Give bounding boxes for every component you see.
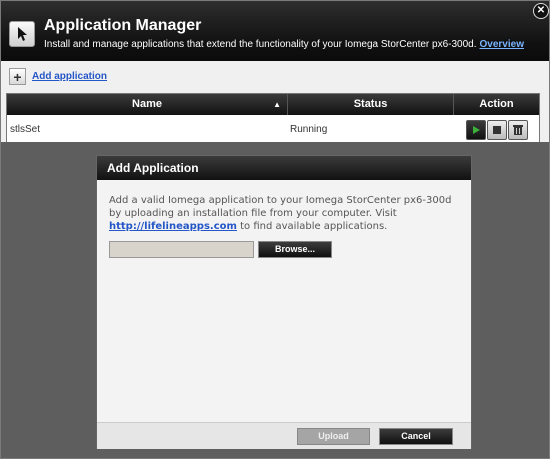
table-header: Name ▲ Status Action: [7, 94, 539, 115]
play-icon[interactable]: [466, 120, 486, 140]
application-manager-panel: Application Manager Install and manage a…: [0, 0, 550, 459]
column-name-label: Name: [132, 98, 162, 110]
dialog-footer: Upload Cancel: [97, 422, 471, 449]
dialog-text-before-link: Add a valid Iomega application to your I…: [109, 195, 452, 219]
add-application-label: Add application: [32, 71, 107, 82]
page-title: Application Manager: [44, 17, 202, 34]
applications-table: Name ▲ Status Action stlsSet Running: [6, 93, 540, 144]
sort-ascending-icon: ▲: [273, 100, 281, 109]
cursor-icon: [9, 21, 35, 47]
dialog-title: Add Application: [97, 156, 471, 180]
table-row[interactable]: stlsSet Running: [7, 116, 539, 143]
lifelineapps-link[interactable]: http://lifelineapps.com: [109, 221, 237, 232]
plus-icon: +: [9, 68, 26, 85]
add-application-dialog: Add Application Add a valid Iomega appli…: [96, 155, 472, 449]
close-icon[interactable]: ✕: [533, 3, 549, 19]
column-header-status[interactable]: Status: [288, 94, 454, 115]
app-name: stlsSet: [10, 124, 41, 135]
app-status: Running: [290, 124, 328, 135]
upload-button[interactable]: Upload: [297, 428, 370, 445]
dialog-text-after-link: to find available applications.: [240, 221, 388, 232]
column-action-label: Action: [479, 98, 514, 110]
dialog-description: Add a valid Iomega application to your I…: [109, 194, 464, 233]
stop-icon[interactable]: [487, 120, 507, 140]
page-subtitle: Install and manage applications that ext…: [44, 39, 524, 50]
browse-button[interactable]: Browse...: [258, 241, 332, 258]
header-bar: Application Manager Install and manage a…: [1, 1, 549, 61]
overview-link[interactable]: Overview: [480, 39, 524, 50]
trash-icon[interactable]: [508, 120, 528, 140]
column-status-label: Status: [353, 98, 388, 110]
column-header-name[interactable]: Name ▲: [7, 94, 288, 115]
column-header-action: Action: [454, 94, 539, 115]
add-application-button[interactable]: + Add application: [9, 68, 107, 85]
subtitle-text: Install and manage applications that ext…: [44, 39, 477, 50]
file-path-input[interactable]: [109, 241, 254, 258]
cancel-button[interactable]: Cancel: [379, 428, 453, 445]
